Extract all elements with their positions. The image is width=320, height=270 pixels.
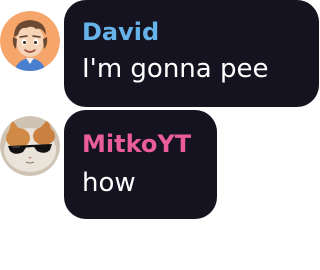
cartoon-boy-avatar-icon[interactable] bbox=[0, 11, 60, 71]
message-bubble: David I'm gonna pee bbox=[64, 0, 319, 107]
cat-with-sunglasses-avatar-icon[interactable] bbox=[0, 116, 60, 176]
message-author[interactable]: MitkoYT bbox=[82, 128, 191, 160]
message-text: I'm gonna pee bbox=[82, 54, 269, 84]
message-author[interactable]: David bbox=[82, 16, 159, 48]
message-text: how bbox=[82, 168, 136, 198]
message-bubble: MitkoYT how bbox=[64, 110, 217, 219]
chat-log: David I'm gonna pee MitkoYT how bbox=[0, 0, 320, 270]
